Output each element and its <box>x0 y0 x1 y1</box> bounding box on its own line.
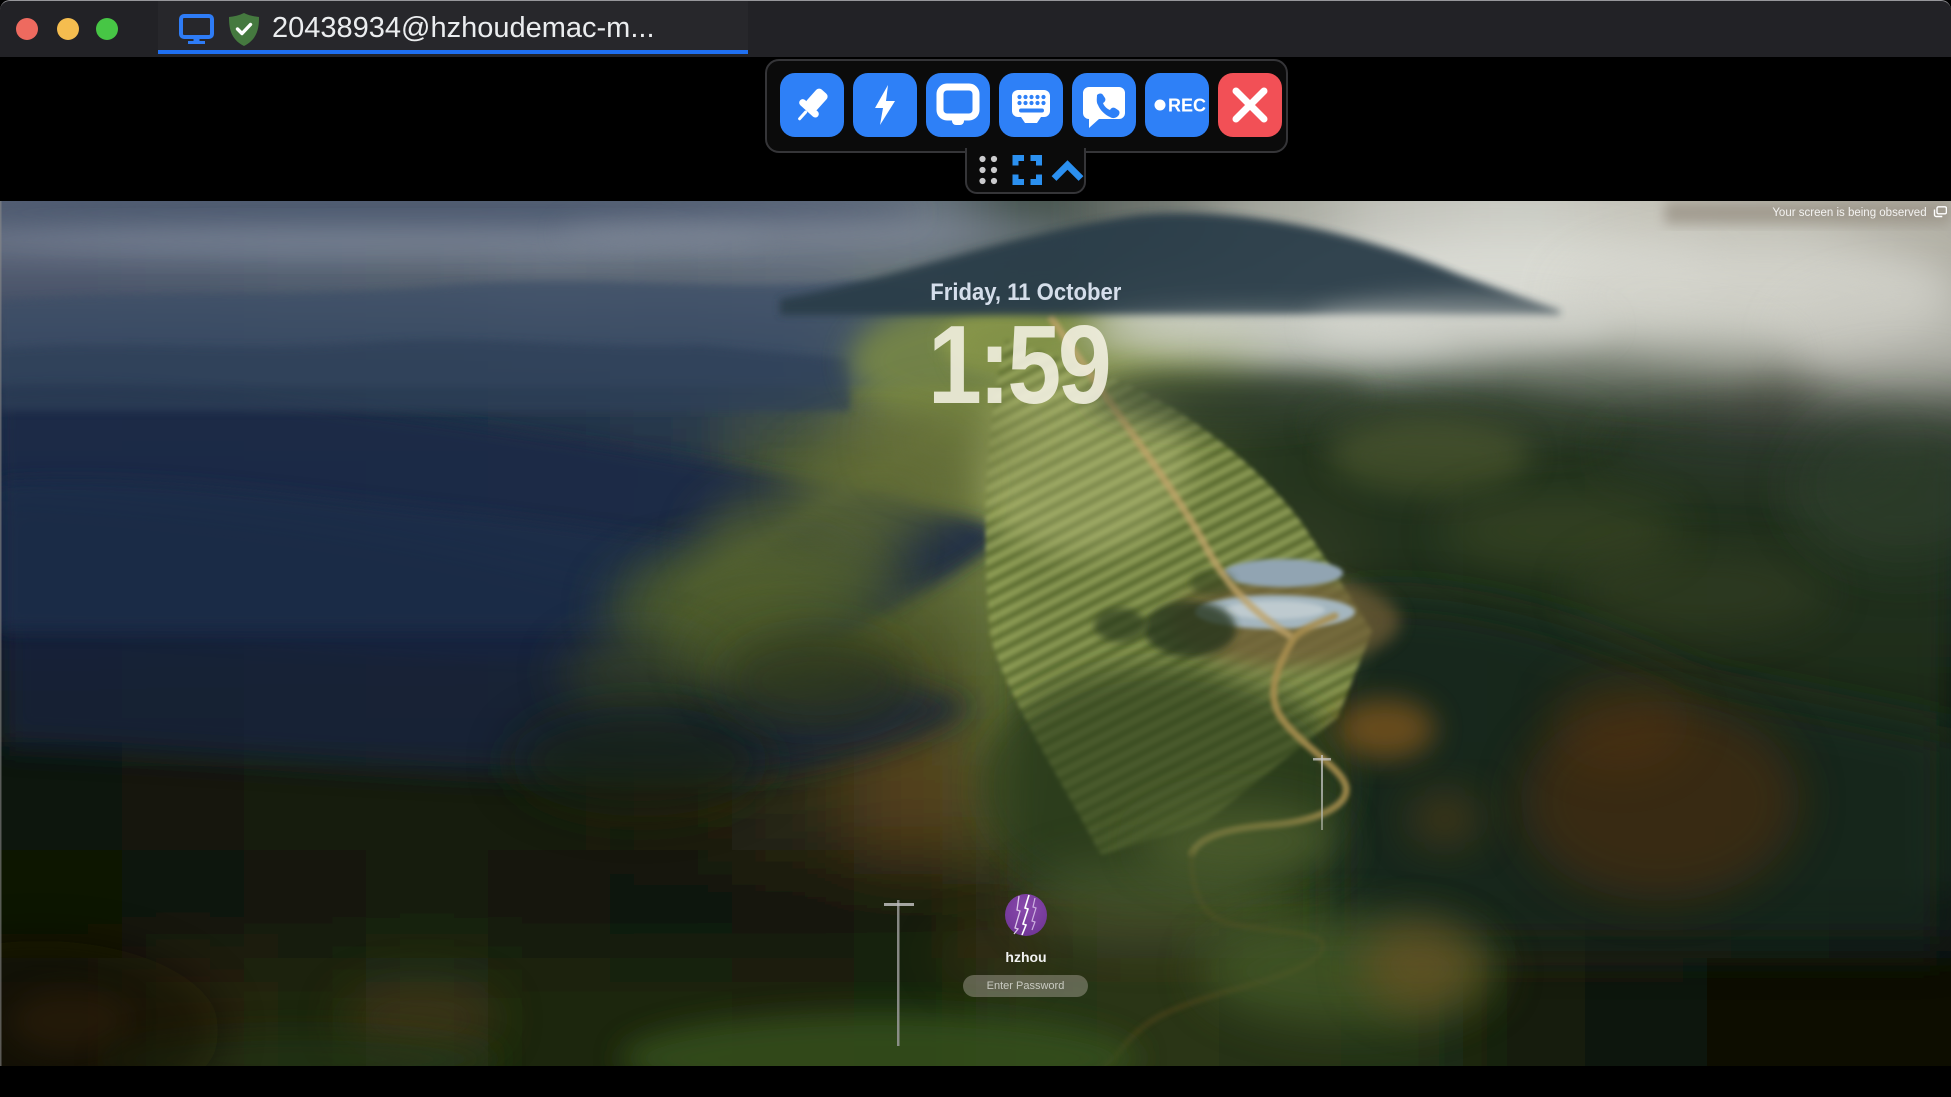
svg-text:REC: REC <box>1168 96 1206 116</box>
